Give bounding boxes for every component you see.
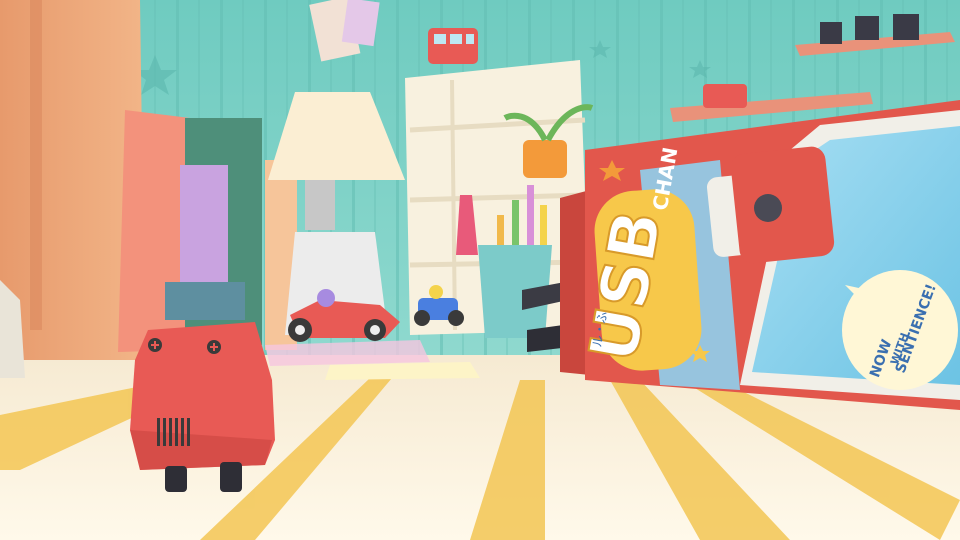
game-scene: USB CHAN ル・ふ NOW WITH SENTIENCE! [0,0,960,540]
speech-bubble: NOW WITH SENTIENCE! [842,270,958,390]
floor-paper [325,362,480,380]
scene-canvas: USB CHAN ル・ふ NOW WITH SENTIENCE! [0,0,960,540]
usb-chan-box: USB CHAN ル・ふ NOW WITH SENTIENCE! [560,100,960,410]
